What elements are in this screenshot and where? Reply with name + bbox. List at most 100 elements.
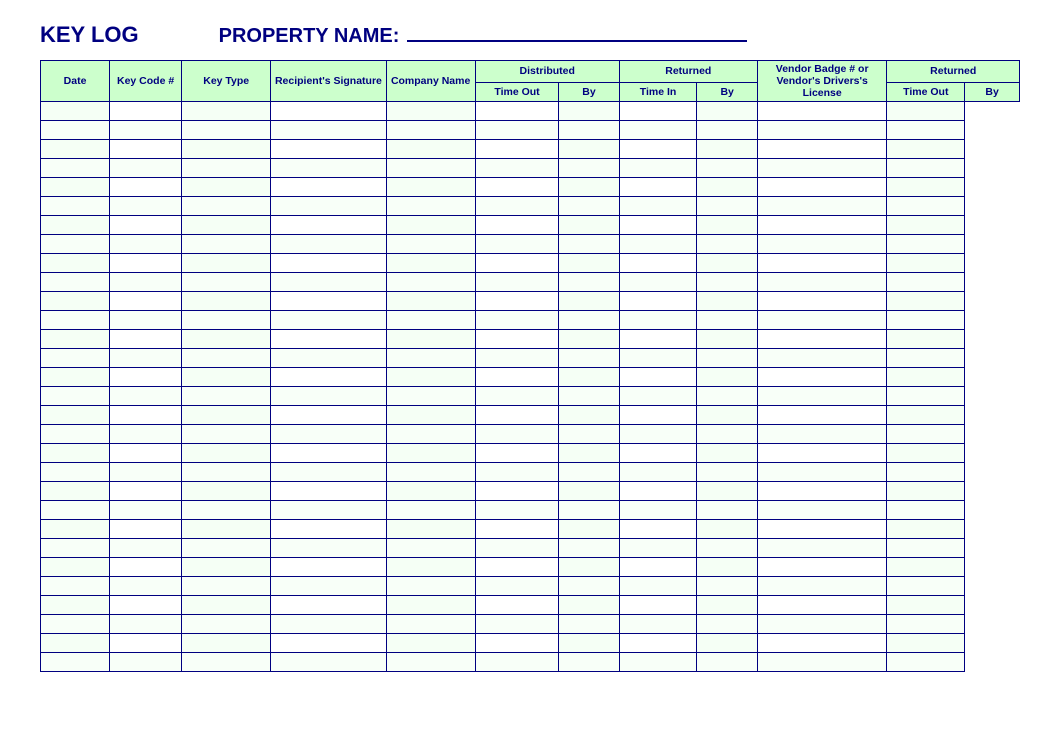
table-cell[interactable] [559,102,619,121]
table-cell[interactable] [619,254,697,273]
table-cell[interactable] [757,520,887,539]
table-cell[interactable] [757,539,887,558]
table-row[interactable] [41,406,1020,425]
table-cell[interactable] [757,406,887,425]
table-row[interactable] [41,653,1020,672]
table-cell[interactable] [110,235,182,254]
table-cell[interactable] [110,292,182,311]
table-cell[interactable] [559,425,619,444]
table-cell[interactable] [386,444,475,463]
table-cell[interactable] [697,216,757,235]
table-cell[interactable] [887,273,965,292]
table-cell[interactable] [697,482,757,501]
table-cell[interactable] [475,292,559,311]
table-cell[interactable] [619,197,697,216]
table-cell[interactable] [182,311,271,330]
table-cell[interactable] [386,577,475,596]
table-cell[interactable] [697,159,757,178]
table-cell[interactable] [559,615,619,634]
table-cell[interactable] [41,197,110,216]
table-cell[interactable] [182,197,271,216]
table-cell[interactable] [697,463,757,482]
table-cell[interactable] [110,140,182,159]
table-cell[interactable] [41,634,110,653]
table-cell[interactable] [559,539,619,558]
table-cell[interactable] [887,653,965,672]
table-cell[interactable] [41,539,110,558]
table-cell[interactable] [757,349,887,368]
table-cell[interactable] [559,349,619,368]
table-cell[interactable] [697,197,757,216]
table-cell[interactable] [697,634,757,653]
table-cell[interactable] [619,216,697,235]
table-cell[interactable] [757,558,887,577]
table-cell[interactable] [475,254,559,273]
table-row[interactable] [41,520,1020,539]
table-cell[interactable] [110,444,182,463]
table-cell[interactable] [386,178,475,197]
table-cell[interactable] [41,216,110,235]
table-cell[interactable] [475,349,559,368]
table-cell[interactable] [271,197,386,216]
table-cell[interactable] [271,406,386,425]
table-cell[interactable] [41,577,110,596]
table-cell[interactable] [110,330,182,349]
table-cell[interactable] [182,235,271,254]
table-cell[interactable] [697,273,757,292]
table-cell[interactable] [475,406,559,425]
table-cell[interactable] [386,140,475,159]
table-cell[interactable] [271,596,386,615]
table-row[interactable] [41,387,1020,406]
table-cell[interactable] [887,235,965,254]
table-row[interactable] [41,425,1020,444]
table-cell[interactable] [887,615,965,634]
table-cell[interactable] [110,482,182,501]
table-cell[interactable] [182,121,271,140]
table-cell[interactable] [697,178,757,197]
table-cell[interactable] [887,368,965,387]
table-row[interactable] [41,368,1020,387]
table-cell[interactable] [757,159,887,178]
table-row[interactable] [41,273,1020,292]
table-cell[interactable] [559,406,619,425]
table-cell[interactable] [757,121,887,140]
table-cell[interactable] [475,159,559,178]
table-cell[interactable] [697,254,757,273]
table-row[interactable] [41,596,1020,615]
table-cell[interactable] [41,425,110,444]
table-cell[interactable] [559,501,619,520]
table-cell[interactable] [41,463,110,482]
table-cell[interactable] [271,387,386,406]
table-row[interactable] [41,254,1020,273]
table-cell[interactable] [619,501,697,520]
table-cell[interactable] [386,558,475,577]
table-row[interactable] [41,615,1020,634]
table-cell[interactable] [619,482,697,501]
table-cell[interactable] [41,121,110,140]
table-cell[interactable] [182,501,271,520]
table-cell[interactable] [386,273,475,292]
table-cell[interactable] [41,349,110,368]
table-cell[interactable] [619,520,697,539]
table-cell[interactable] [619,596,697,615]
table-cell[interactable] [559,292,619,311]
table-cell[interactable] [757,254,887,273]
table-cell[interactable] [271,140,386,159]
table-cell[interactable] [887,577,965,596]
table-row[interactable] [41,539,1020,558]
table-cell[interactable] [386,615,475,634]
table-row[interactable] [41,292,1020,311]
table-cell[interactable] [182,615,271,634]
table-cell[interactable] [41,615,110,634]
table-cell[interactable] [697,406,757,425]
table-cell[interactable] [182,634,271,653]
table-cell[interactable] [475,368,559,387]
table-cell[interactable] [887,311,965,330]
table-cell[interactable] [697,558,757,577]
table-cell[interactable] [110,102,182,121]
table-cell[interactable] [887,159,965,178]
table-cell[interactable] [475,140,559,159]
table-cell[interactable] [110,406,182,425]
table-cell[interactable] [41,596,110,615]
table-cell[interactable] [271,634,386,653]
